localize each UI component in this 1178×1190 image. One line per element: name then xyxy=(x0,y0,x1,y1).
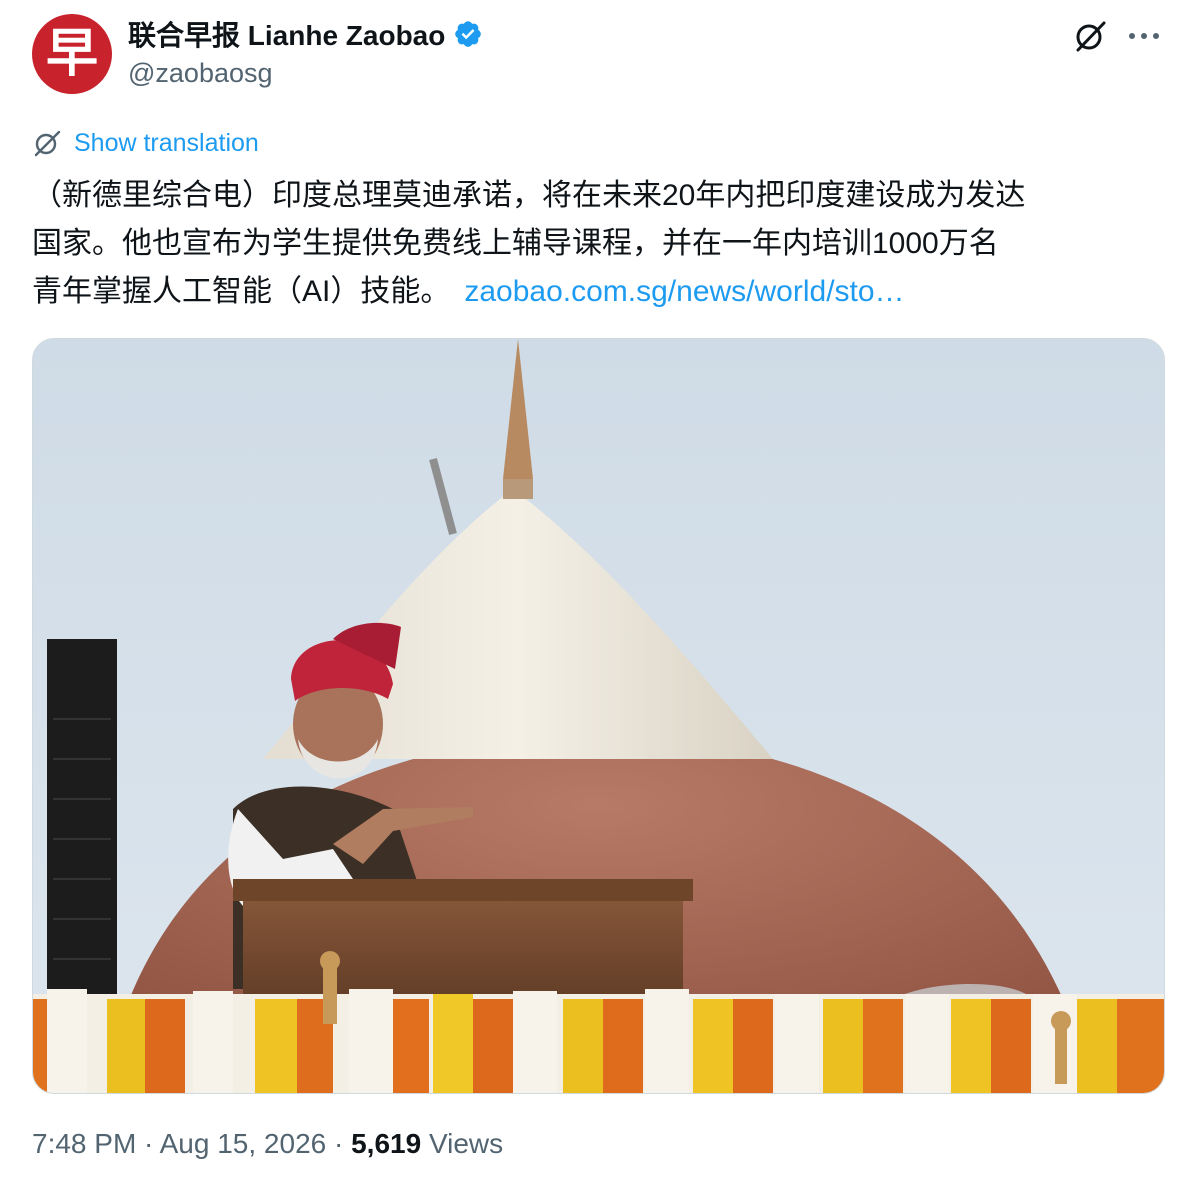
post-date[interactable]: Aug 15, 2026 xyxy=(160,1128,327,1159)
tweet-text-line: （新德里综合电）印度总理莫迪承诺，将在未来20年内把印度建设成为发达 xyxy=(32,179,1026,212)
post-time[interactable]: 7:48 PM xyxy=(32,1128,136,1159)
tweet-text-line: 青年掌握人工智能（AI）技能。 zaobao.com.sg/news/world/… xyxy=(32,268,1172,316)
grok-button[interactable] xyxy=(1070,16,1110,56)
tweet: 早 联合早报 Lianhe Zaobao @zaobaosg Show tran… xyxy=(0,0,1178,1190)
more-options-button[interactable] xyxy=(1124,16,1164,56)
author-name-row[interactable]: 联合早报 Lianhe Zaobao xyxy=(128,14,483,54)
views-count: 5,619 xyxy=(351,1128,422,1159)
article-link[interactable]: zaobao.com.sg/news/world/sto… xyxy=(464,275,904,308)
grok-translate-icon xyxy=(34,130,61,157)
grok-icon xyxy=(1076,21,1106,52)
speaker-tower xyxy=(47,639,117,1019)
avatar-glyph: 早 xyxy=(45,23,98,84)
marigold-garlands xyxy=(33,989,1164,1093)
tweet-text-fragment: 青年掌握人工智能（AI）技能。 xyxy=(32,275,451,308)
avatar[interactable]: 早 xyxy=(32,14,112,94)
verified-badge-icon xyxy=(455,21,482,47)
views-label: Views xyxy=(428,1128,504,1159)
display-name[interactable]: 联合早报 Lianhe Zaobao xyxy=(128,14,445,54)
photo-illustration xyxy=(33,339,1164,1093)
tweet-text-line: 国家。他也宣布为学生提供免费线上辅导课程，并在一年内培训1000万名 xyxy=(32,227,999,260)
finial-base xyxy=(503,479,533,499)
tweet-metadata: 7:48 PM · Aug 15, 2026 · 5,619 Views xyxy=(32,1128,503,1160)
tweet-photo[interactable] xyxy=(32,338,1165,1094)
tweet-text: （新德里综合电）印度总理莫迪承诺，将在未来20年内把印度建设成为发达 国家。他也… xyxy=(32,172,1172,316)
user-handle[interactable]: @zaobaosg xyxy=(128,58,273,89)
more-icon xyxy=(1129,33,1159,39)
show-translation-link[interactable]: Show translation xyxy=(74,129,259,158)
meta-separator: · xyxy=(326,1128,352,1159)
translation-row[interactable]: Show translation xyxy=(32,128,259,158)
meta-separator: · xyxy=(136,1128,160,1159)
